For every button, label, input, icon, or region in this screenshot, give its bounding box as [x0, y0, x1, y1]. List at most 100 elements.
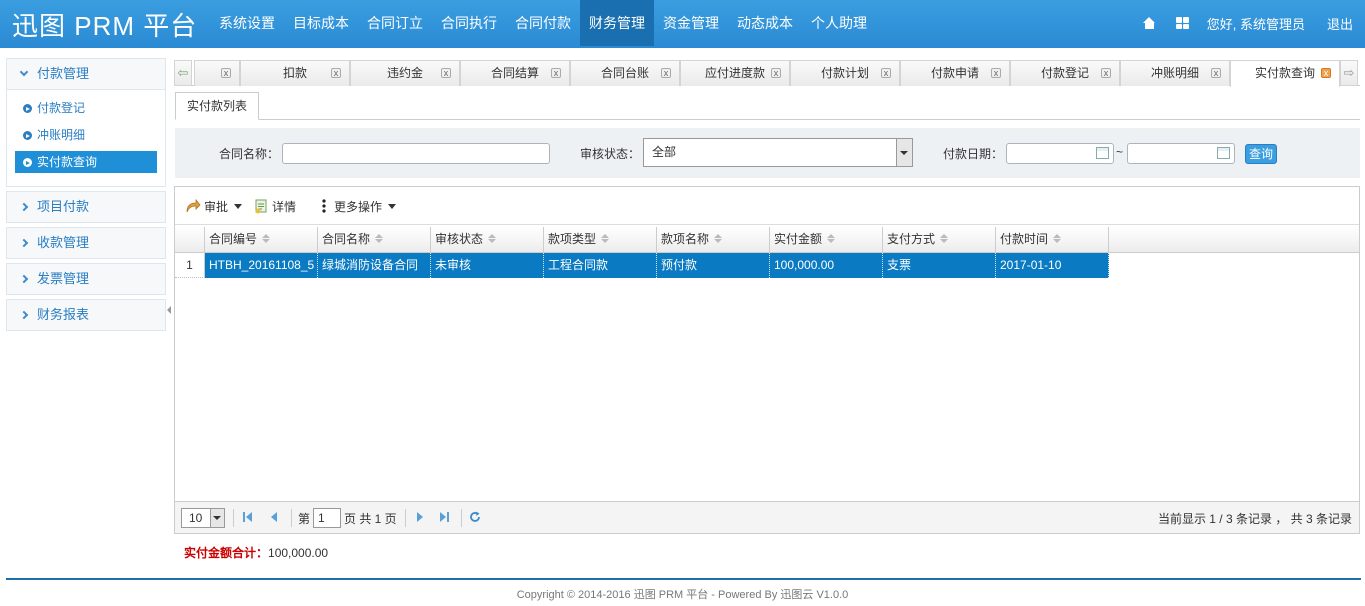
sidebar-item-offset-detail[interactable]: 冲账明细 [15, 124, 157, 146]
nav-item-contract-execute[interactable]: 合同执行 [432, 0, 506, 46]
tab-partial[interactable]: x [194, 60, 240, 86]
nav-item-target-cost[interactable]: 目标成本 [284, 0, 358, 46]
table-cell[interactable]: 2017-01-10 [996, 253, 1109, 278]
row-number-header [175, 227, 205, 252]
logout-link[interactable]: 退出 [1327, 14, 1353, 33]
pagination-bar: 10 第 1 页 共 1 页 当前显示 1 / 3 条记录 ， 共 3 条记录 [175, 501, 1359, 533]
sidebar-group-receipt-mgmt[interactable]: 收款管理 [6, 227, 166, 259]
close-icon[interactable]: x [661, 68, 671, 78]
sort-icon [488, 234, 497, 244]
table-cell[interactable]: HTBH_20161108_5 [205, 253, 318, 278]
table-cell[interactable]: 工程合同款 [544, 253, 657, 278]
sidebar-collapse-handle[interactable] [167, 306, 171, 314]
nav-item-contract-sign[interactable]: 合同订立 [358, 0, 432, 46]
column-header-contract-name[interactable]: 合同名称 [318, 227, 431, 252]
tab-label: 违约金 [386, 66, 423, 80]
tab-progress-payable[interactable]: 应付进度款 x [680, 60, 790, 86]
nav-item-dynamic-cost[interactable]: 动态成本 [728, 0, 802, 46]
first-page-icon[interactable] [243, 511, 255, 523]
table-cell[interactable]: 支票 [883, 253, 996, 278]
tab-label: 应付进度款 [704, 66, 765, 80]
sidebar-item-actual-payment-query[interactable]: 实付款查询 [15, 151, 157, 173]
table-cell[interactable]: 100,000.00 [770, 253, 883, 278]
tab-deduction[interactable]: 扣款 x [240, 60, 350, 86]
close-icon[interactable]: x [991, 68, 1001, 78]
tab-penalty[interactable]: 违约金 x [350, 60, 460, 86]
close-icon[interactable]: x [551, 68, 561, 78]
column-header-label: 实付金额 [774, 232, 823, 246]
chevron-down-icon [210, 509, 224, 527]
nav-item-funds[interactable]: 资金管理 [654, 0, 728, 46]
close-icon[interactable]: x [1321, 68, 1331, 78]
date-to-input[interactable] [1127, 143, 1235, 164]
sidebar-group-finance-report[interactable]: 财务报表 [6, 299, 166, 331]
close-icon[interactable]: x [881, 68, 891, 78]
subtab-actual-payment-list[interactable]: 实付款列表 [175, 92, 259, 120]
sort-icon [1053, 234, 1062, 244]
nav-item-personal-assistant[interactable]: 个人助理 [802, 0, 876, 46]
home-icon[interactable] [1142, 17, 1156, 29]
more-actions-button[interactable]: 更多操作 [320, 198, 397, 214]
tab-payment-register[interactable]: 付款登记 x [1010, 60, 1120, 86]
detail-button[interactable]: 详情 [253, 198, 296, 214]
caret-down-icon[interactable] [234, 203, 243, 209]
sidebar-group-invoice-mgmt[interactable]: 发票管理 [6, 263, 166, 295]
filter-bar: 合同名称： 审核状态： 全部 付款日期： ~ 查询 [175, 128, 1360, 178]
record-summary: 当前显示 1 / 3 条记录 ， 共 3 条记录 [1157, 512, 1352, 526]
tab-payment-request[interactable]: 付款申请 x [900, 60, 1010, 86]
close-icon[interactable]: x [771, 68, 781, 78]
query-button[interactable]: 查询 [1245, 144, 1277, 164]
column-header-actual-amount[interactable]: 实付金额 [770, 227, 883, 252]
audit-status-select[interactable]: 全部 [643, 138, 913, 167]
column-header-contract-no[interactable]: 合同编号 [205, 227, 318, 252]
tab-contract-ledger[interactable]: 合同台账 x [570, 60, 680, 86]
tab-actual-payment-query[interactable]: 实付款查询 x [1230, 60, 1340, 87]
table-cell[interactable]: 绿城消防设备合同 [318, 253, 431, 278]
approve-button[interactable]: 审批 [185, 198, 243, 214]
page-number-input[interactable]: 1 [313, 508, 341, 528]
column-header-pay-method[interactable]: 支付方式 [883, 227, 996, 252]
column-header-label: 款项名称 [661, 232, 710, 246]
divider [175, 119, 1360, 120]
nav-item-contract-payment[interactable]: 合同付款 [506, 0, 580, 46]
column-header-item-type[interactable]: 款项类型 [544, 227, 657, 252]
user-greeting[interactable]: 您好, 系统管理员 [1207, 14, 1305, 33]
nav-item-finance[interactable]: 财务管理 [580, 0, 654, 46]
detail-doc-icon [255, 199, 267, 214]
column-header-label: 合同名称 [322, 232, 371, 246]
nav-item-system-settings[interactable]: 系统设置 [210, 0, 284, 46]
close-icon[interactable]: x [331, 68, 341, 78]
row-number: 1 [175, 253, 205, 278]
sidebar-group-payment-mgmt[interactable]: 付款管理 [6, 58, 166, 90]
apps-grid-icon[interactable] [1175, 17, 1189, 29]
calendar-icon[interactable] [1217, 147, 1230, 159]
page-size-select[interactable]: 10 [181, 508, 225, 528]
sidebar-group-project-payment[interactable]: 项目付款 [6, 191, 166, 223]
audit-status-value: 全部 [652, 145, 677, 159]
tab-contract-settlement[interactable]: 合同结算 x [460, 60, 570, 86]
column-header-pay-time[interactable]: 付款时间 [996, 227, 1109, 252]
sidebar-item-payment-register[interactable]: 付款登记 [15, 97, 157, 119]
close-icon[interactable]: x [1101, 68, 1111, 78]
close-icon[interactable]: x [441, 68, 451, 78]
tab-scroll-left-icon[interactable]: ⇦ [174, 60, 192, 86]
next-page-icon[interactable] [415, 511, 427, 523]
calendar-icon[interactable] [1096, 147, 1109, 159]
date-from-input[interactable] [1006, 143, 1114, 164]
table-row[interactable]: 1 HTBH_20161108_5 绿城消防设备合同 未审核 工程合同款 预付款… [175, 253, 1109, 278]
tab-offset-detail[interactable]: 冲账明细 x [1120, 60, 1230, 86]
last-page-icon[interactable] [439, 511, 451, 523]
table-cell[interactable]: 预付款 [657, 253, 770, 278]
tab-payment-plan[interactable]: 付款计划 x [790, 60, 900, 86]
column-header-label: 款项类型 [548, 232, 597, 246]
amount-total: 实付金额合计：100,000.00 [184, 544, 328, 561]
refresh-icon[interactable] [469, 511, 481, 523]
prev-page-icon[interactable] [269, 511, 281, 523]
column-header-audit-status[interactable]: 审核状态 [431, 227, 544, 252]
close-icon[interactable]: x [1211, 68, 1221, 78]
close-icon[interactable]: x [221, 68, 231, 78]
table-cell[interactable]: 未审核 [431, 253, 544, 278]
contract-name-input[interactable] [282, 143, 550, 164]
tab-scroll-right-icon[interactable]: ⇨ [1340, 60, 1358, 86]
column-header-item-name[interactable]: 款项名称 [657, 227, 770, 252]
